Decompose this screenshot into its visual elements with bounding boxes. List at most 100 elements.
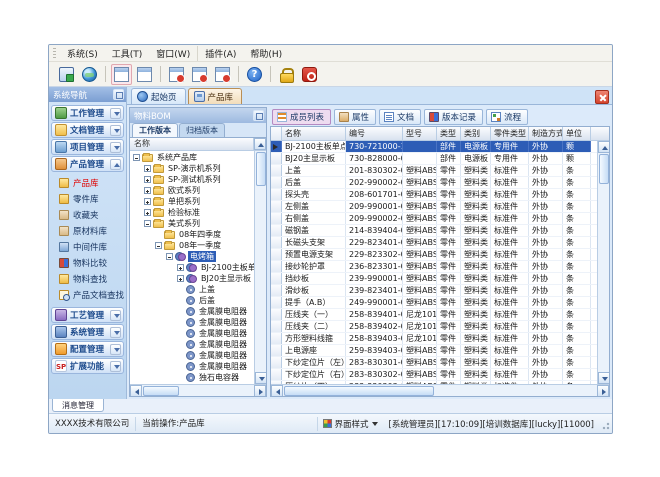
- expand-icon[interactable]: [144, 198, 151, 205]
- expand-icon[interactable]: [144, 187, 151, 194]
- menu-item[interactable]: 窗口(W): [149, 46, 197, 61]
- chevron-down-icon[interactable]: [110, 310, 121, 321]
- tree-node[interactable]: 独石电容器: [130, 372, 254, 383]
- table-cell[interactable]: 283-830302-00I: [346, 369, 403, 380]
- table-cell[interactable]: 标准件: [491, 237, 529, 248]
- member-panel-tab[interactable]: 版本记录: [424, 109, 483, 125]
- tree-node[interactable]: 金属膜电阻器: [130, 317, 254, 328]
- tree-node[interactable]: BJ-2100主板单点: [130, 262, 254, 273]
- table-cell[interactable]: 尼龙1010: [403, 309, 437, 320]
- tree-scroll-right-button[interactable]: [254, 385, 266, 397]
- table-cell[interactable]: 条: [563, 345, 591, 356]
- table-cell[interactable]: 条: [563, 201, 591, 212]
- table-cell[interactable]: 零件: [437, 309, 461, 320]
- table-cell[interactable]: 塑料ABS: [403, 357, 437, 368]
- table-row[interactable]: 提手（A.B）249-990001-01I塑料ABS零件塑料类标准件外协条: [271, 297, 597, 309]
- member-panel-tab[interactable]: 成员列表: [272, 109, 331, 125]
- sidebar-item[interactable]: 原材料库: [51, 223, 124, 239]
- tree-scroll-left-button[interactable]: [130, 385, 142, 397]
- menu-item[interactable]: 插件(A): [197, 46, 243, 61]
- table-cell[interactable]: 条: [563, 237, 591, 248]
- table-cell[interactable]: 塑料类: [461, 177, 491, 188]
- table-cell[interactable]: 259-839403-00I: [346, 345, 403, 356]
- sidebar-group[interactable]: SP扩展功能: [51, 358, 124, 374]
- tree-node[interactable]: BJ20主显示板: [130, 273, 254, 284]
- chevron-down-icon[interactable]: [110, 125, 121, 136]
- sidebar-group[interactable]: 系统管理: [51, 324, 124, 340]
- table-row[interactable]: 右侧盖209-990002-01I塑料ABS零件塑料类标准件外协条: [271, 213, 597, 225]
- table-cell[interactable]: 塑料类: [461, 273, 491, 284]
- table-cell[interactable]: 标准件: [491, 177, 529, 188]
- tree-node[interactable]: 金属膜电阻器: [130, 350, 254, 361]
- chevron-down-icon[interactable]: [110, 344, 121, 355]
- table-cell[interactable]: 塑料ABS: [403, 273, 437, 284]
- toolbar-button[interactable]: [134, 64, 155, 85]
- table-cell[interactable]: 零件: [437, 225, 461, 236]
- table-cell[interactable]: 730-828000-04I: [346, 153, 403, 164]
- table-scroll-right-button[interactable]: [597, 385, 609, 397]
- table-cell[interactable]: 探头壳: [282, 189, 346, 200]
- tree-node[interactable]: SP-测试机系列: [130, 174, 254, 185]
- close-tab-button[interactable]: [595, 90, 609, 104]
- table-cell[interactable]: 挡纱板: [282, 273, 346, 284]
- table-cell[interactable]: 外协: [529, 249, 563, 260]
- table-cell[interactable]: 塑料ABS: [403, 345, 437, 356]
- table-cell[interactable]: 塑料类: [461, 321, 491, 332]
- table-row[interactable]: 挡纱板239-990001-01I塑料ABS零件塑料类标准件外协条: [271, 273, 597, 285]
- table-cell[interactable]: 外协: [529, 177, 563, 188]
- table-cell[interactable]: 塑料ABS: [403, 249, 437, 260]
- table-cell[interactable]: 塑料类: [461, 189, 491, 200]
- tree-node[interactable]: 单把系列: [130, 196, 254, 207]
- table-cell[interactable]: 塑料类: [461, 213, 491, 224]
- tree-node[interactable]: 金属膜电阻器: [130, 328, 254, 339]
- sidebar-item[interactable]: 收藏夹: [51, 207, 124, 223]
- table-cell[interactable]: 尼龙1010: [403, 333, 437, 344]
- table-cell[interactable]: BJ20主显示板: [282, 153, 346, 164]
- tree-hscroll-thumb[interactable]: [143, 386, 179, 396]
- bom-version-tab[interactable]: 归档版本: [179, 123, 225, 137]
- table-row[interactable]: BJ-2100主板单点730-721000-12I部件电源板专用件外协颗: [271, 141, 597, 153]
- table-cell[interactable]: 塑料类: [461, 237, 491, 248]
- tree-node[interactable]: 金属膜电阻器: [130, 339, 254, 350]
- chevron-down-icon[interactable]: [110, 361, 121, 372]
- table-cell[interactable]: 左侧盖: [282, 201, 346, 212]
- table-cell[interactable]: 塑料类: [461, 225, 491, 236]
- table-horizontal-scrollbar[interactable]: [271, 384, 609, 396]
- table-cell[interactable]: 外协: [529, 333, 563, 344]
- table-cell[interactable]: 专用件: [491, 141, 529, 152]
- table-cell[interactable]: 标准件: [491, 249, 529, 260]
- message-manage-tab[interactable]: 消息管理: [52, 399, 104, 412]
- table-vscroll-thumb[interactable]: [599, 154, 609, 184]
- table-cell[interactable]: 接纱轮护罩: [282, 261, 346, 272]
- expand-icon[interactable]: [144, 176, 151, 183]
- table-cell[interactable]: 外协: [529, 309, 563, 320]
- tree-vscroll-thumb[interactable]: [256, 152, 266, 186]
- table-cell[interactable]: 外协: [529, 189, 563, 200]
- table-row[interactable]: 预置电源支架229-823302-00I塑料ABS零件塑料类标准件外协条: [271, 249, 597, 261]
- table-row[interactable]: 方形塑料线箍258-839403-00I尼龙1010零件塑料类标准件外协条: [271, 333, 597, 345]
- sidebar-item[interactable]: 中间件库: [51, 239, 124, 255]
- toolbar-button[interactable]: [79, 64, 100, 85]
- table-cell[interactable]: 外协: [529, 261, 563, 272]
- tree-node[interactable]: 08年一季度: [130, 240, 254, 251]
- table-cell[interactable]: 条: [563, 261, 591, 272]
- table-cell[interactable]: 零件: [437, 189, 461, 200]
- tree-scroll-up-button[interactable]: [254, 138, 266, 150]
- table-cell[interactable]: 零件: [437, 297, 461, 308]
- table-cell[interactable]: 214-839404-01I: [346, 225, 403, 236]
- tree-node[interactable]: 金属膜电阻器: [130, 306, 254, 317]
- table-cell[interactable]: 预置电源支架: [282, 249, 346, 260]
- toolbar-button[interactable]: [299, 64, 320, 85]
- table-cell[interactable]: 磁钢盖: [282, 225, 346, 236]
- table-row[interactable]: 压线夹（一）258-839401-00I尼龙1010零件塑料类标准件外协条: [271, 309, 597, 321]
- table-cell[interactable]: 压线夹（二）: [282, 321, 346, 332]
- tree-node[interactable]: 欧式系列: [130, 185, 254, 196]
- table-cell[interactable]: 标准件: [491, 333, 529, 344]
- member-panel-tab[interactable]: 文档: [379, 109, 421, 125]
- table-cell[interactable]: 外协: [529, 345, 563, 356]
- table-cell[interactable]: 标准件: [491, 201, 529, 212]
- table-cell[interactable]: 零件: [437, 213, 461, 224]
- table-cell[interactable]: 下纱定位片（右）: [282, 369, 346, 380]
- table-cell[interactable]: 标准件: [491, 165, 529, 176]
- table-row[interactable]: 磁钢盖214-839404-01I塑料ABS零件塑料类标准件外协条: [271, 225, 597, 237]
